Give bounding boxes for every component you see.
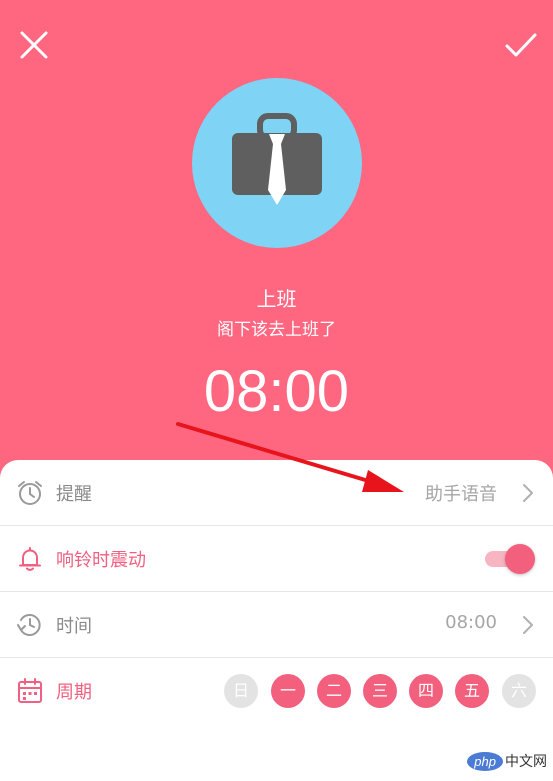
alarm-subtitle: 阁下该去上班了 — [217, 320, 336, 340]
day-thu[interactable]: 四 — [409, 674, 443, 708]
watermark-logo: php — [467, 751, 503, 771]
repeat-row: 周期 日 一 二 三 四 五 六 — [0, 658, 553, 724]
calendar-icon — [18, 678, 42, 703]
close-icon — [20, 31, 48, 59]
chevron-right-icon — [523, 484, 533, 502]
settings-panel: 提醒 助手语音 响铃时震动 时间 08:00 周期 日 一 二 三 四 五 六 — [0, 460, 553, 781]
day-sat[interactable]: 六 — [502, 674, 536, 708]
repeat-label: 周期 — [56, 682, 92, 703]
time-label: 时间 — [56, 616, 92, 637]
alarm-time[interactable]: 08:00 — [0, 358, 553, 425]
reminder-label: 提醒 — [56, 484, 92, 505]
reminder-value: 助手语音 — [425, 484, 497, 505]
toggle-thumb — [505, 544, 535, 574]
alarm-title: 上班 — [256, 287, 297, 311]
briefcase-icon — [232, 113, 322, 205]
reminder-row[interactable]: 提醒 助手语音 — [0, 460, 553, 526]
time-row[interactable]: 时间 08:00 — [0, 592, 553, 658]
watermark: php 中文网 — [467, 751, 547, 775]
day-fri[interactable]: 五 — [455, 674, 489, 708]
vibrate-toggle[interactable] — [483, 544, 535, 574]
check-icon — [505, 33, 537, 57]
confirm-button[interactable] — [501, 25, 541, 65]
chevron-right-icon — [523, 616, 533, 634]
day-mon[interactable]: 一 — [271, 674, 305, 708]
clock-refresh-icon — [17, 614, 41, 636]
watermark-text: 中文网 — [505, 753, 547, 769]
vibrate-label: 响铃时震动 — [56, 550, 146, 571]
vibrate-row: 响铃时震动 — [0, 526, 553, 592]
bell-icon — [19, 547, 41, 571]
close-button[interactable] — [14, 25, 54, 65]
day-sun[interactable]: 日 — [224, 674, 258, 708]
time-value: 08:00 — [445, 612, 497, 633]
day-wed[interactable]: 三 — [363, 674, 397, 708]
alarm-type-icon[interactable] — [192, 78, 362, 248]
day-tue[interactable]: 二 — [317, 674, 351, 708]
top-bar — [0, 0, 553, 90]
alarm-clock-icon — [18, 481, 42, 505]
